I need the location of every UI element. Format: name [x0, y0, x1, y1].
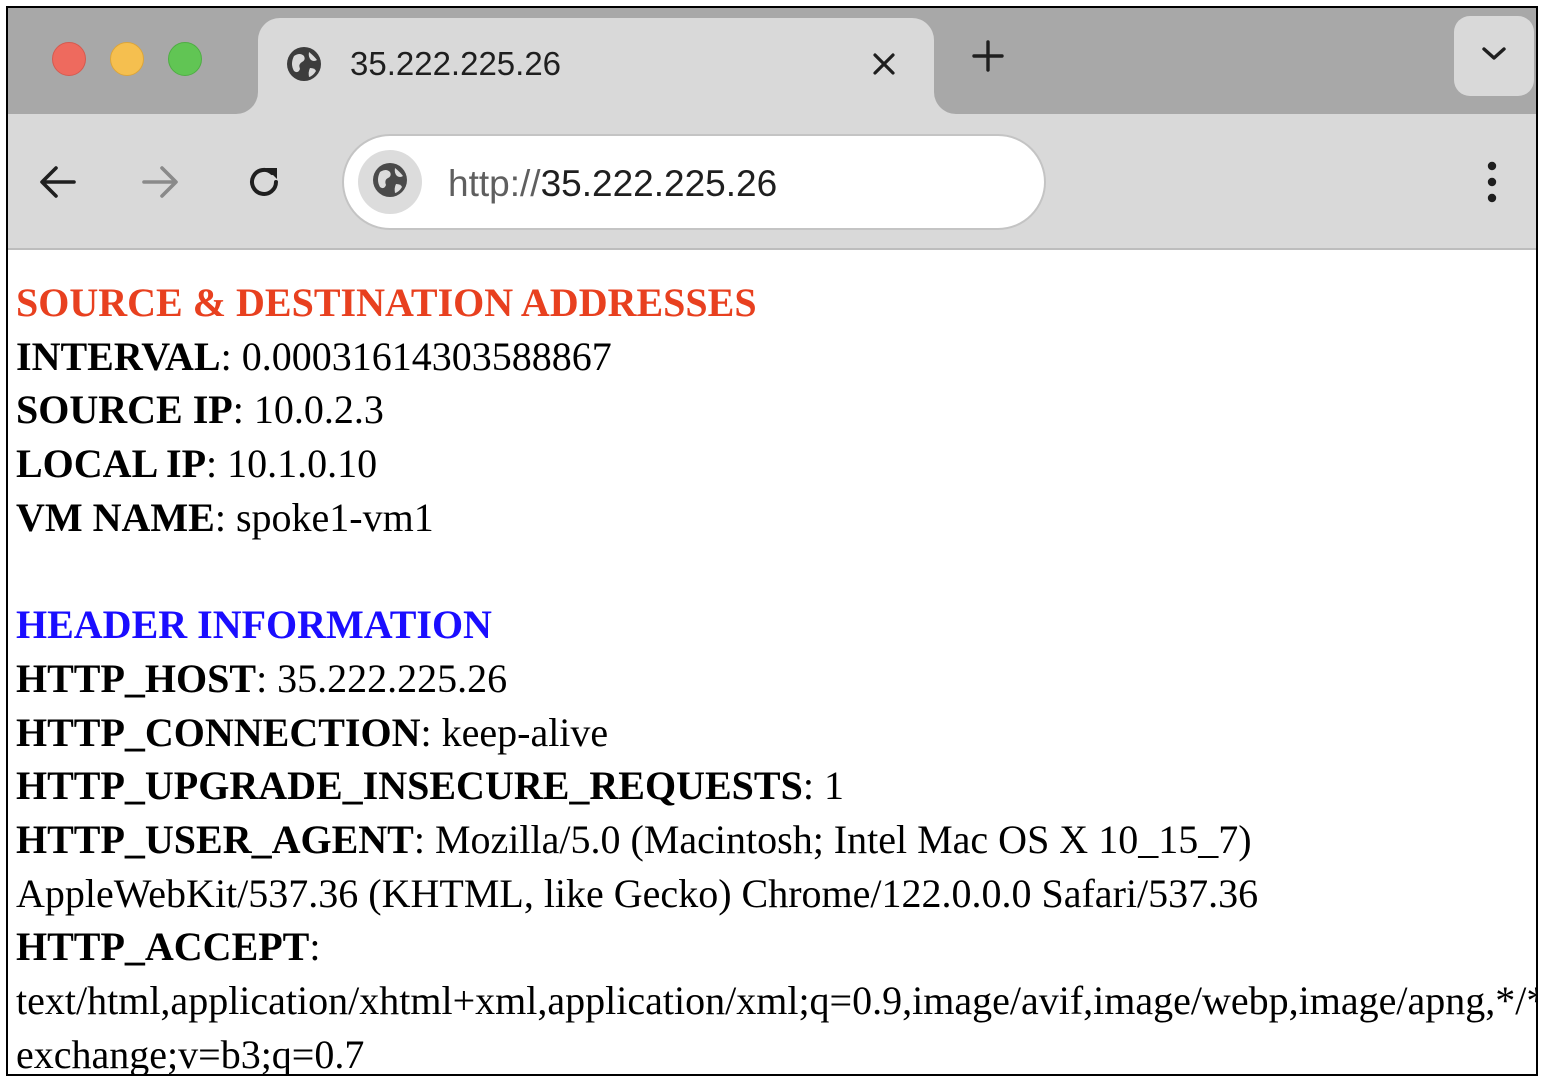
- url-host: 35.222.225.26: [540, 163, 778, 204]
- active-tab[interactable]: 35.222.225.26: [258, 18, 934, 114]
- section-heading-headers: HEADER INFORMATION: [16, 602, 492, 648]
- row-value: :: [309, 924, 321, 970]
- row-value: : 1: [802, 763, 844, 809]
- zoom-window-button[interactable]: [168, 42, 202, 76]
- row-key: VM NAME: [16, 494, 215, 540]
- info-row-source-ip: SOURCE IP: 10.0.2.3: [16, 383, 1536, 437]
- row-key: LOCAL IP: [16, 441, 207, 487]
- row-value: : 10.0.2.3: [232, 387, 384, 433]
- forward-arrow-icon[interactable]: [138, 160, 182, 204]
- info-row-http-user-agent: HTTP_USER_AGENT: Mozilla/5.0 (Macintosh;…: [16, 813, 1536, 867]
- back-arrow-icon[interactable]: [36, 160, 80, 204]
- toolbar: http://35.222.225.26: [8, 114, 1536, 250]
- close-icon[interactable]: [864, 44, 904, 84]
- address-bar[interactable]: http://35.222.225.26: [342, 134, 1046, 230]
- row-value: : keep-alive: [420, 709, 609, 755]
- tab-title: 35.222.225.26: [350, 45, 562, 82]
- row-value: : 10.1.0.10: [206, 441, 378, 487]
- tab-strip: 35.222.225.26: [8, 8, 1536, 114]
- row-key: HTTP_UPGRADE_INSECURE_REQUESTS: [16, 763, 803, 809]
- info-row-interval: INTERVAL: 0.00031614303588867: [16, 330, 1536, 384]
- globe-icon: [370, 160, 410, 205]
- close-window-button[interactable]: [52, 42, 86, 76]
- info-row-http-upgrade-insecure-requests: HTTP_UPGRADE_INSECURE_REQUESTS: 1: [16, 759, 1536, 813]
- row-key: INTERVAL: [16, 333, 221, 379]
- row-key: SOURCE IP: [16, 387, 233, 433]
- row-key: HTTP_ACCEPT: [16, 924, 310, 970]
- minimize-window-button[interactable]: [110, 42, 144, 76]
- info-row-vm-name: VM NAME: spoke1-vm1: [16, 491, 1536, 545]
- browser-window: 35.222.225.26 http://35.222.225.26 SOURC…: [6, 6, 1538, 1076]
- site-info-button[interactable]: [358, 150, 422, 214]
- row-key: HTTP_CONNECTION: [16, 709, 421, 755]
- url-text[interactable]: http://35.222.225.26: [448, 162, 777, 206]
- reload-icon[interactable]: [242, 160, 286, 204]
- page-content: SOURCE & DESTINATION ADDRESSES INTERVAL:…: [8, 250, 1536, 1076]
- info-row-continuation: exchange;v=b3;q=0.7: [16, 1031, 365, 1076]
- chevron-down-icon: [1481, 46, 1507, 67]
- tab-search-button[interactable]: [1454, 16, 1534, 96]
- row-key: HTTP_USER_AGENT: [16, 817, 414, 863]
- url-scheme: http://: [448, 163, 541, 204]
- row-key: HTTP_HOST: [16, 655, 257, 701]
- row-value: : 0.00031614303588867: [220, 333, 612, 379]
- row-value: : spoke1-vm1: [214, 494, 434, 540]
- info-row-http-connection: HTTP_CONNECTION: keep-alive: [16, 706, 1536, 760]
- row-value: : Mozilla/5.0 (Macintosh; Intel Mac OS X…: [413, 817, 1252, 863]
- globe-icon: [284, 44, 324, 84]
- info-row-http-host: HTTP_HOST: 35.222.225.26: [16, 652, 1536, 706]
- info-row-continuation: AppleWebKit/537.36 (KHTML, like Gecko) C…: [16, 870, 1259, 916]
- info-row-continuation: text/html,application/xhtml+xml,applicat…: [16, 978, 1536, 1024]
- info-row-http-accept: HTTP_ACCEPT:: [16, 920, 1536, 974]
- section-heading-addresses: SOURCE & DESTINATION ADDRESSES: [16, 280, 757, 325]
- plus-icon[interactable]: [968, 36, 1008, 76]
- info-row-local-ip: LOCAL IP: 10.1.0.10: [16, 437, 1536, 491]
- more-menu-icon[interactable]: [1470, 160, 1514, 204]
- row-value: : 35.222.225.26: [256, 655, 508, 701]
